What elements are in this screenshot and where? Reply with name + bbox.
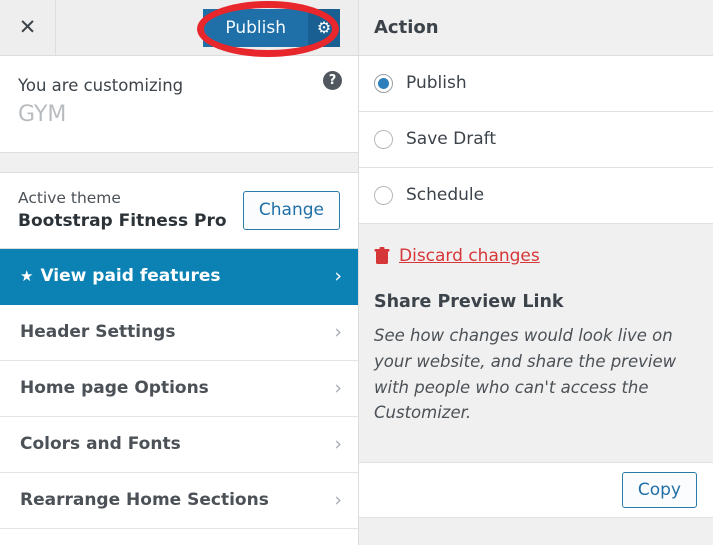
radio-unselected-icon [374,130,393,149]
chevron-right-icon: › [334,321,342,343]
sidebar-item-label: Rearrange Home Sections [20,490,269,511]
panel-divider [0,152,358,173]
discard-changes-label: Discard changes [399,246,540,266]
site-title: GYM [18,101,67,127]
close-icon: ✕ [18,15,37,39]
discard-changes-button[interactable]: Discard changes [374,246,540,266]
active-theme-label: Active theme [18,189,121,208]
customizing-heading: You are customizing [18,76,184,95]
sidebar-item-label: Colors and Fonts [20,434,181,455]
active-theme-name: Bootstrap Fitness Pro [18,210,227,231]
customizer-sidebar: ✕ Publish ⚙ You are customizing GYM ? Ac… [0,0,359,545]
chevron-right-icon: › [334,265,342,287]
change-theme-button[interactable]: Change [242,191,340,230]
action-option-label: Schedule [406,185,485,206]
sidebar-item-header-settings[interactable]: Header Settings › [0,305,358,361]
gear-icon: ⚙ [316,18,332,37]
share-preview-description: See how changes would look live on your … [374,326,677,423]
action-option-schedule[interactable]: Schedule [359,168,713,224]
sidebar-item-colors-and-fonts[interactable]: Colors and Fonts › [0,417,358,473]
discard-changes-zone: Discard changes [359,224,713,267]
copy-link-strip: Copy [359,462,713,518]
action-panel-header: Action [359,0,713,56]
publish-settings-button[interactable]: ⚙ [308,9,340,47]
sidebar-item-label: Home page Options [20,378,209,399]
active-theme-texts: Active theme Bootstrap Fitness Pro [18,188,243,233]
customizing-info: You are customizing GYM ? [0,56,358,152]
chevron-right-icon: › [334,377,342,399]
publish-settings-panel: Action Publish Save Draft Schedule Disca… [359,0,713,545]
customizer-nav-list: ★ View paid features › Header Settings ›… [0,249,358,529]
customizer-app: ✕ Publish ⚙ You are customizing GYM ? Ac… [0,0,714,545]
share-preview-title: Share Preview Link [374,292,564,313]
action-option-label: Publish [406,73,467,94]
close-customizer-button[interactable]: ✕ [0,0,56,55]
action-option-save-draft[interactable]: Save Draft [359,112,713,168]
publish-button[interactable]: Publish [203,9,308,47]
sidebar-item-view-paid-features[interactable]: ★ View paid features › [0,249,358,305]
customizer-topbar: ✕ Publish ⚙ [0,0,358,56]
chevron-right-icon: › [334,489,342,511]
publish-button-group: Publish ⚙ [203,9,340,47]
radio-dot [378,78,389,89]
radio-selected-icon [374,74,393,93]
panel-bottom-area [359,518,713,545]
sidebar-item-label: Header Settings [20,322,176,343]
help-icon[interactable]: ? [323,71,342,90]
sidebar-item-rearrange-home-sections[interactable]: Rearrange Home Sections › [0,473,358,529]
share-preview-zone: Share Preview Link See how changes would… [359,266,713,426]
action-option-publish[interactable]: Publish [359,56,713,112]
trash-icon [374,247,390,265]
copy-preview-link-button[interactable]: Copy [621,471,697,509]
sidebar-item-label: View paid features [40,266,221,287]
action-panel-title: Action [374,16,439,38]
chevron-right-icon: › [334,433,342,455]
star-icon: ★ [20,267,34,285]
action-option-label: Save Draft [406,129,496,150]
radio-unselected-icon [374,186,393,205]
sidebar-item-home-page-options[interactable]: Home page Options › [0,361,358,417]
active-theme-row: Active theme Bootstrap Fitness Pro Chang… [0,173,358,249]
